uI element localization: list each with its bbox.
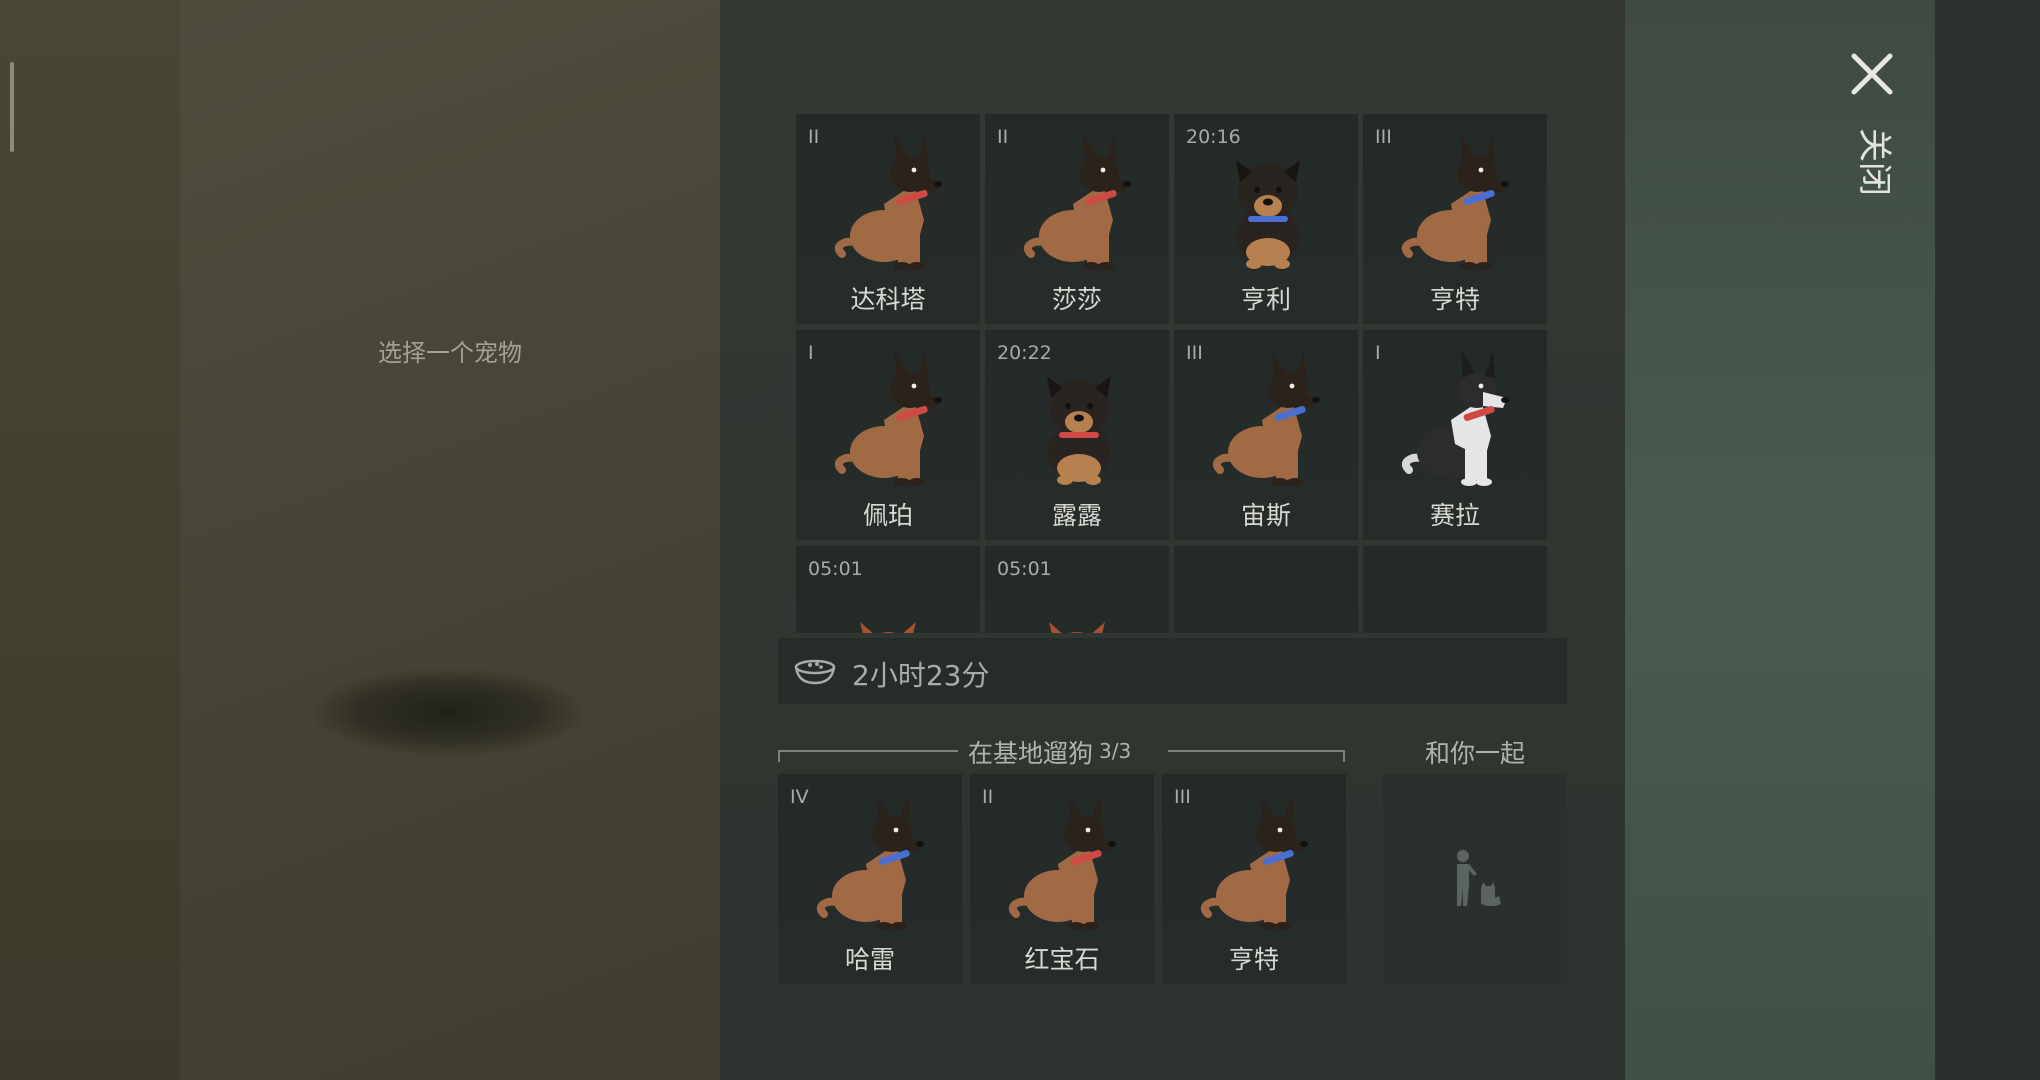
dog-name: 达科塔 xyxy=(850,285,926,314)
level-badge: III xyxy=(1174,786,1191,808)
walking-section-title: 在基地遛狗 3/3 xyxy=(968,734,1131,770)
dog-name: 红宝石 xyxy=(1024,945,1100,974)
walking-section-divider-left xyxy=(778,750,958,762)
shepherd-portrait-icon xyxy=(816,794,924,930)
dog-name: 亨特 xyxy=(1429,285,1480,314)
dog-name: 哈雷 xyxy=(844,945,895,974)
pet-pedestal-shadow xyxy=(310,668,585,756)
kennel-dog-tile[interactable]: 20:22 露露 xyxy=(985,330,1169,540)
kennel-dog-tile[interactable]: II 达科塔 xyxy=(796,114,980,324)
level-badge: IV xyxy=(790,786,809,808)
walking-dog-tile[interactable]: II 红宝石 xyxy=(970,774,1154,984)
level-badge: I xyxy=(808,342,814,364)
dog-name: 莎莎 xyxy=(1051,285,1102,314)
shepherd-portrait-icon xyxy=(1200,794,1308,930)
level-badge: II xyxy=(982,786,994,808)
select-pet-prompt: 选择一个宠物 xyxy=(378,339,522,367)
food-bar: 2小时23分 xyxy=(778,638,1567,704)
kennel-dog-tile[interactable]: III 亨特 xyxy=(1363,114,1547,324)
background-right-strip xyxy=(1935,0,2040,1080)
puppy-portrait-icon xyxy=(1047,376,1111,485)
level-badge: I xyxy=(1375,342,1381,364)
level-badge: II xyxy=(808,126,820,148)
close-button-label[interactable]: 关闭 xyxy=(1853,128,1894,196)
husky-portrait-icon xyxy=(1401,350,1509,486)
kennel-dog-tile[interactable]: 05:01 xyxy=(796,546,980,633)
walking-dog-tile[interactable]: IV 哈雷 xyxy=(778,774,962,984)
shepherd-portrait-icon xyxy=(834,350,942,486)
pet-preview-panel xyxy=(180,0,720,1080)
shepherd-portrait-icon xyxy=(1023,134,1131,270)
husky-pup-portrait-icon xyxy=(860,622,916,633)
level-badge: II xyxy=(997,126,1009,148)
dog-name: 亨特 xyxy=(1228,945,1279,974)
kennel-dog-tile[interactable]: II 莎莎 xyxy=(985,114,1169,324)
kennel-dog-tile xyxy=(1363,546,1547,633)
person-with-dog-icon xyxy=(1457,850,1501,906)
shepherd-portrait-icon xyxy=(1212,350,1320,486)
walking-dog-tile[interactable]: III 亨特 xyxy=(1162,774,1346,984)
shepherd-portrait-icon xyxy=(834,134,942,270)
kennel-dog-tile[interactable]: 20:16 亨利 xyxy=(1174,114,1358,324)
dog-name: 露露 xyxy=(1051,501,1102,530)
shepherd-portrait-icon xyxy=(1401,134,1509,270)
walking-count: 3/3 xyxy=(1099,739,1132,763)
walking-section-divider-right xyxy=(1168,750,1345,762)
dog-name: 宙斯 xyxy=(1240,501,1291,530)
kennel-dog-tile[interactable]: I 佩珀 xyxy=(796,330,980,540)
food-time-remaining: 2小时23分 xyxy=(852,659,990,692)
close-icon[interactable] xyxy=(1848,50,1896,98)
food-bowl-icon xyxy=(794,659,836,685)
dog-name: 赛拉 xyxy=(1429,501,1480,530)
shepherd-portrait-icon xyxy=(1008,794,1116,930)
level-badge: III xyxy=(1186,342,1203,364)
walking-title-text: 在基地遛狗 xyxy=(968,739,1094,768)
kennel-grid: II 达科塔 II 莎莎 20:16 亨利 III 亨特 I 佩珀 20:22 … xyxy=(796,114,1548,633)
kennel-dog-tile[interactable]: I 赛拉 xyxy=(1363,330,1547,540)
dog-name: 佩珀 xyxy=(862,501,913,530)
kennel-dog-tile[interactable]: 05:01 xyxy=(985,546,1169,633)
dog-name: 亨利 xyxy=(1240,285,1291,314)
edge-handle[interactable] xyxy=(10,62,14,152)
kennel-dog-tile[interactable]: III 宙斯 xyxy=(1174,330,1358,540)
background-left-strip xyxy=(0,0,180,1080)
with-you-title: 和你一起 xyxy=(1424,739,1525,768)
level-badge: III xyxy=(1375,126,1392,148)
kennel-dog-tile xyxy=(1174,546,1358,633)
husky-pup-portrait-icon xyxy=(1049,622,1105,633)
with-you-slot[interactable] xyxy=(1383,774,1567,984)
puppy-portrait-icon xyxy=(1236,160,1300,269)
